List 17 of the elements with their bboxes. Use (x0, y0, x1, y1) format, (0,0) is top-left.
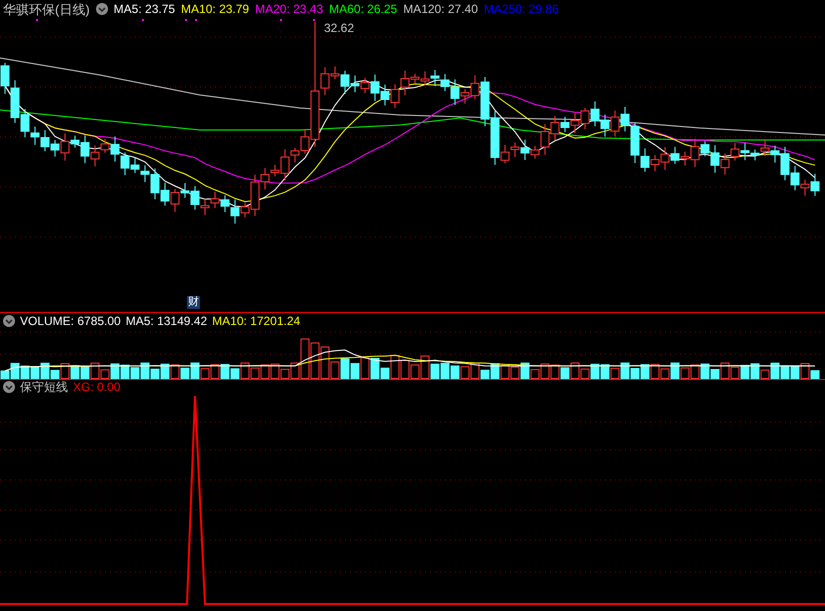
dropdown-icon[interactable] (3, 381, 15, 393)
stock-title: 华骐环保(日线) (3, 2, 90, 16)
indicator-value: MA5: 23.75 (114, 3, 176, 15)
indicator-value: MA5: 13149.42 (126, 314, 208, 326)
high-price-label: 32.62 (324, 22, 354, 34)
indicator-value: MA20: 23.43 (255, 3, 324, 15)
indicator-value: VOLUME: 6785.00 (20, 314, 121, 326)
dropdown-icon[interactable] (96, 3, 108, 15)
indicator-value: MA10: 23.79 (181, 3, 250, 15)
indicator-value: MA10: 17201.24 (212, 314, 300, 326)
indicator-value: XG: 0.00 (73, 381, 120, 393)
dropdown-icon[interactable] (3, 314, 15, 326)
indicator-value: MA60: 26.25 (329, 3, 398, 15)
indicator-value: MA120: 27.40 (403, 3, 478, 15)
indicator-title: 保守短线 (20, 381, 68, 393)
indicator-value: MA250: 29.86 (484, 3, 559, 15)
finance-badge[interactable]: 财 (187, 296, 200, 309)
